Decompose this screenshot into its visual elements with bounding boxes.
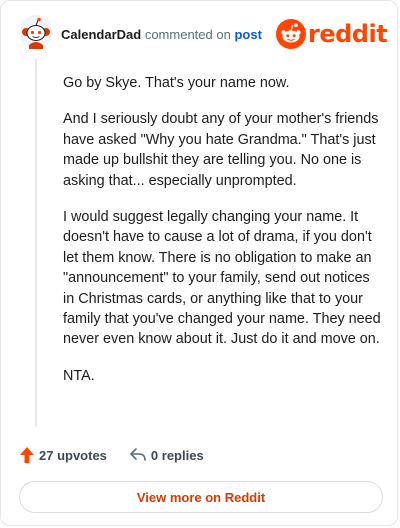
reddit-wordmark: reddit <box>308 20 388 48</box>
upvote-arrow-icon <box>20 447 34 463</box>
comment-paragraph: I would suggest legally changing your na… <box>63 209 381 348</box>
comment-paragraph: And I seriously doubt any of your mother… <box>63 111 379 189</box>
upvote-count: 27 upvotes <box>39 447 107 463</box>
upvote-button[interactable]: 27 upvotes <box>19 446 107 464</box>
comment-footer: 27 upvotes 0 replies <box>19 445 204 465</box>
comment-embed-card: CalendarDad commented on post reddit Go … <box>0 0 398 526</box>
reply-arrow-icon <box>130 448 146 461</box>
replies-button[interactable]: 0 replies <box>129 447 204 463</box>
username[interactable]: CalendarDad <box>61 27 141 42</box>
comment-paragraph: NTA. <box>63 367 95 384</box>
comment-header: CalendarDad commented on post <box>61 27 262 43</box>
post-link[interactable]: post <box>234 27 261 42</box>
view-more-button[interactable]: View more on Reddit <box>19 481 383 513</box>
comment-body: Go by Skye. That's your name now. And I … <box>63 73 381 402</box>
thread-line <box>35 59 37 427</box>
reddit-logo[interactable]: reddit <box>276 18 388 50</box>
snoo-avatar-icon[interactable] <box>19 15 53 49</box>
reddit-snoo-icon <box>276 19 306 49</box>
reply-count: 0 replies <box>150 447 204 463</box>
action-text: commented on <box>144 27 231 42</box>
comment-paragraph: Go by Skye. That's your name now. <box>63 75 290 91</box>
